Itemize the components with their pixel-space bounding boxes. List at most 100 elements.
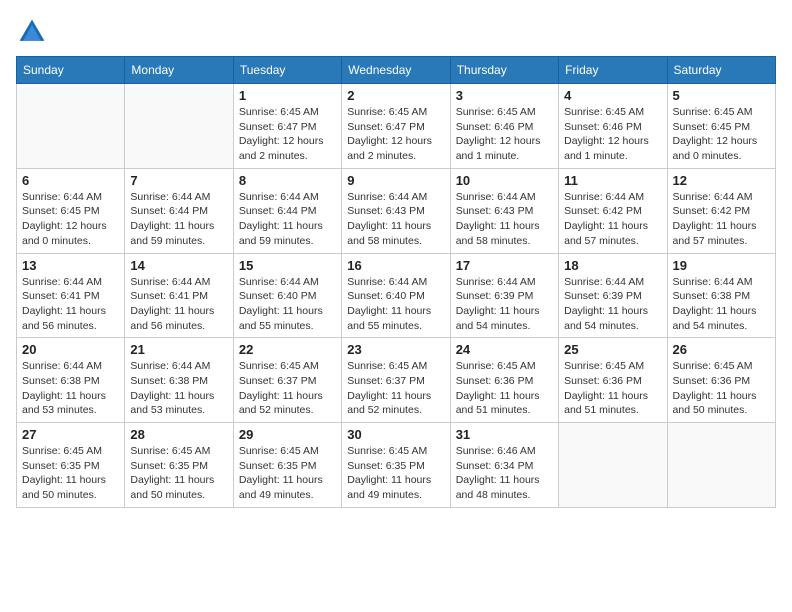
- day-cell-12: 12 Sunrise: 6:44 AM Sunset: 6:42 PM Dayli…: [667, 168, 775, 253]
- day-number: 15: [239, 258, 336, 273]
- day-number: 20: [22, 342, 119, 357]
- day-number: 11: [564, 173, 661, 188]
- day-cell-15: 15 Sunrise: 6:44 AM Sunset: 6:40 PM Dayli…: [233, 253, 341, 338]
- day-cell-7: 7 Sunrise: 6:44 AM Sunset: 6:44 PM Daylig…: [125, 168, 233, 253]
- empty-cell: [125, 84, 233, 169]
- day-info: Sunrise: 6:45 AM Sunset: 6:46 PM Dayligh…: [564, 105, 661, 164]
- day-number: 2: [347, 88, 444, 103]
- day-cell-23: 23 Sunrise: 6:45 AM Sunset: 6:37 PM Dayli…: [342, 338, 450, 423]
- day-header-thursday: Thursday: [450, 57, 558, 84]
- logo-icon: [16, 16, 48, 48]
- day-cell-19: 19Sunrise: 6:44 AM Sunset: 6:38 PM Dayli…: [667, 253, 775, 338]
- day-number: 22: [239, 342, 336, 357]
- logo: [16, 16, 52, 48]
- day-number: 17: [456, 258, 553, 273]
- day-info: Sunrise: 6:44 AM Sunset: 6:41 PM Dayligh…: [130, 275, 227, 334]
- day-info: Sunrise: 6:45 AM Sunset: 6:35 PM Dayligh…: [130, 444, 227, 503]
- page-header: [16, 16, 776, 48]
- day-info: Sunrise: 6:45 AM Sunset: 6:36 PM Dayligh…: [456, 359, 553, 418]
- day-info: Sunrise: 6:45 AM Sunset: 6:37 PM Dayligh…: [239, 359, 336, 418]
- week-row-2: 6Sunrise: 6:44 AM Sunset: 6:45 PM Daylig…: [17, 168, 776, 253]
- day-info: Sunrise: 6:45 AM Sunset: 6:47 PM Dayligh…: [347, 105, 444, 164]
- day-cell-20: 20 Sunrise: 6:44 AM Sunset: 6:38 PM Dayli…: [17, 338, 125, 423]
- day-header-sunday: Sunday: [17, 57, 125, 84]
- day-cell-5: 5 Sunrise: 6:45 AM Sunset: 6:45 PM Daylig…: [667, 84, 775, 169]
- empty-cell: [559, 423, 667, 508]
- day-cell-9: 9 Sunrise: 6:44 AM Sunset: 6:43 PM Daylig…: [342, 168, 450, 253]
- day-info: Sunrise: 6:44 AM Sunset: 6:39 PM Dayligh…: [564, 275, 661, 334]
- day-cell-3: 3 Sunrise: 6:45 AM Sunset: 6:46 PM Daylig…: [450, 84, 558, 169]
- day-cell-8: 8 Sunrise: 6:44 AM Sunset: 6:44 PM Daylig…: [233, 168, 341, 253]
- day-number: 18: [564, 258, 661, 273]
- day-number: 13: [22, 258, 119, 273]
- day-info: Sunrise: 6:44 AM Sunset: 6:44 PM Dayligh…: [239, 190, 336, 249]
- day-cell-18: 18 Sunrise: 6:44 AM Sunset: 6:39 PM Dayli…: [559, 253, 667, 338]
- day-info: Sunrise: 6:45 AM Sunset: 6:47 PM Dayligh…: [239, 105, 336, 164]
- day-number: 24: [456, 342, 553, 357]
- day-number: 12: [673, 173, 770, 188]
- day-number: 4: [564, 88, 661, 103]
- day-number: 1: [239, 88, 336, 103]
- day-number: 7: [130, 173, 227, 188]
- day-cell-4: 4 Sunrise: 6:45 AM Sunset: 6:46 PM Daylig…: [559, 84, 667, 169]
- day-cell-1: 1 Sunrise: 6:45 AM Sunset: 6:47 PM Daylig…: [233, 84, 341, 169]
- day-info: Sunrise: 6:44 AM Sunset: 6:43 PM Dayligh…: [347, 190, 444, 249]
- day-cell-25: 25 Sunrise: 6:45 AM Sunset: 6:36 PM Dayli…: [559, 338, 667, 423]
- day-cell-29: 29Sunrise: 6:45 AM Sunset: 6:35 PM Dayli…: [233, 423, 341, 508]
- day-cell-14: 14 Sunrise: 6:44 AM Sunset: 6:41 PM Dayli…: [125, 253, 233, 338]
- day-number: 3: [456, 88, 553, 103]
- day-info: Sunrise: 6:45 AM Sunset: 6:46 PM Dayligh…: [456, 105, 553, 164]
- day-cell-31: 31Sunrise: 6:46 AM Sunset: 6:34 PM Dayli…: [450, 423, 558, 508]
- day-header-friday: Friday: [559, 57, 667, 84]
- day-number: 26: [673, 342, 770, 357]
- day-cell-28: 28Sunrise: 6:45 AM Sunset: 6:35 PM Dayli…: [125, 423, 233, 508]
- day-info: Sunrise: 6:45 AM Sunset: 6:37 PM Dayligh…: [347, 359, 444, 418]
- day-info: Sunrise: 6:44 AM Sunset: 6:45 PM Dayligh…: [22, 190, 119, 249]
- day-header-tuesday: Tuesday: [233, 57, 341, 84]
- day-info: Sunrise: 6:44 AM Sunset: 6:38 PM Dayligh…: [22, 359, 119, 418]
- day-number: 27: [22, 427, 119, 442]
- day-number: 21: [130, 342, 227, 357]
- day-number: 30: [347, 427, 444, 442]
- day-number: 19: [673, 258, 770, 273]
- day-number: 23: [347, 342, 444, 357]
- day-number: 14: [130, 258, 227, 273]
- week-row-1: 1 Sunrise: 6:45 AM Sunset: 6:47 PM Daylig…: [17, 84, 776, 169]
- week-row-3: 13 Sunrise: 6:44 AM Sunset: 6:41 PM Dayli…: [17, 253, 776, 338]
- day-info: Sunrise: 6:44 AM Sunset: 6:44 PM Dayligh…: [130, 190, 227, 249]
- day-cell-16: 16Sunrise: 6:44 AM Sunset: 6:40 PM Dayli…: [342, 253, 450, 338]
- day-number: 9: [347, 173, 444, 188]
- day-header-wednesday: Wednesday: [342, 57, 450, 84]
- day-cell-13: 13Sunrise: 6:44 AM Sunset: 6:41 PM Dayli…: [17, 253, 125, 338]
- day-cell-6: 6Sunrise: 6:44 AM Sunset: 6:45 PM Daylig…: [17, 168, 125, 253]
- day-number: 25: [564, 342, 661, 357]
- day-number: 10: [456, 173, 553, 188]
- day-header-saturday: Saturday: [667, 57, 775, 84]
- day-info: Sunrise: 6:45 AM Sunset: 6:36 PM Dayligh…: [564, 359, 661, 418]
- day-number: 16: [347, 258, 444, 273]
- day-cell-2: 2 Sunrise: 6:45 AM Sunset: 6:47 PM Daylig…: [342, 84, 450, 169]
- day-info: Sunrise: 6:45 AM Sunset: 6:36 PM Dayligh…: [673, 359, 770, 418]
- day-info: Sunrise: 6:45 AM Sunset: 6:35 PM Dayligh…: [239, 444, 336, 503]
- day-cell-21: 21 Sunrise: 6:44 AM Sunset: 6:38 PM Dayli…: [125, 338, 233, 423]
- day-number: 8: [239, 173, 336, 188]
- day-info: Sunrise: 6:45 AM Sunset: 6:35 PM Dayligh…: [347, 444, 444, 503]
- day-info: Sunrise: 6:45 AM Sunset: 6:35 PM Dayligh…: [22, 444, 119, 503]
- day-header-monday: Monday: [125, 57, 233, 84]
- day-cell-11: 11 Sunrise: 6:44 AM Sunset: 6:42 PM Dayli…: [559, 168, 667, 253]
- calendar-table: SundayMondayTuesdayWednesdayThursdayFrid…: [16, 56, 776, 508]
- day-info: Sunrise: 6:45 AM Sunset: 6:45 PM Dayligh…: [673, 105, 770, 164]
- day-info: Sunrise: 6:44 AM Sunset: 6:43 PM Dayligh…: [456, 190, 553, 249]
- day-info: Sunrise: 6:44 AM Sunset: 6:42 PM Dayligh…: [673, 190, 770, 249]
- day-cell-26: 26 Sunrise: 6:45 AM Sunset: 6:36 PM Dayli…: [667, 338, 775, 423]
- day-headers-row: SundayMondayTuesdayWednesdayThursdayFrid…: [17, 57, 776, 84]
- day-cell-17: 17Sunrise: 6:44 AM Sunset: 6:39 PM Dayli…: [450, 253, 558, 338]
- day-number: 5: [673, 88, 770, 103]
- day-cell-30: 30 Sunrise: 6:45 AM Sunset: 6:35 PM Dayli…: [342, 423, 450, 508]
- day-info: Sunrise: 6:44 AM Sunset: 6:38 PM Dayligh…: [130, 359, 227, 418]
- day-cell-10: 10 Sunrise: 6:44 AM Sunset: 6:43 PM Dayli…: [450, 168, 558, 253]
- empty-cell: [667, 423, 775, 508]
- day-info: Sunrise: 6:44 AM Sunset: 6:40 PM Dayligh…: [239, 275, 336, 334]
- day-info: Sunrise: 6:44 AM Sunset: 6:42 PM Dayligh…: [564, 190, 661, 249]
- week-row-5: 27 Sunrise: 6:45 AM Sunset: 6:35 PM Dayli…: [17, 423, 776, 508]
